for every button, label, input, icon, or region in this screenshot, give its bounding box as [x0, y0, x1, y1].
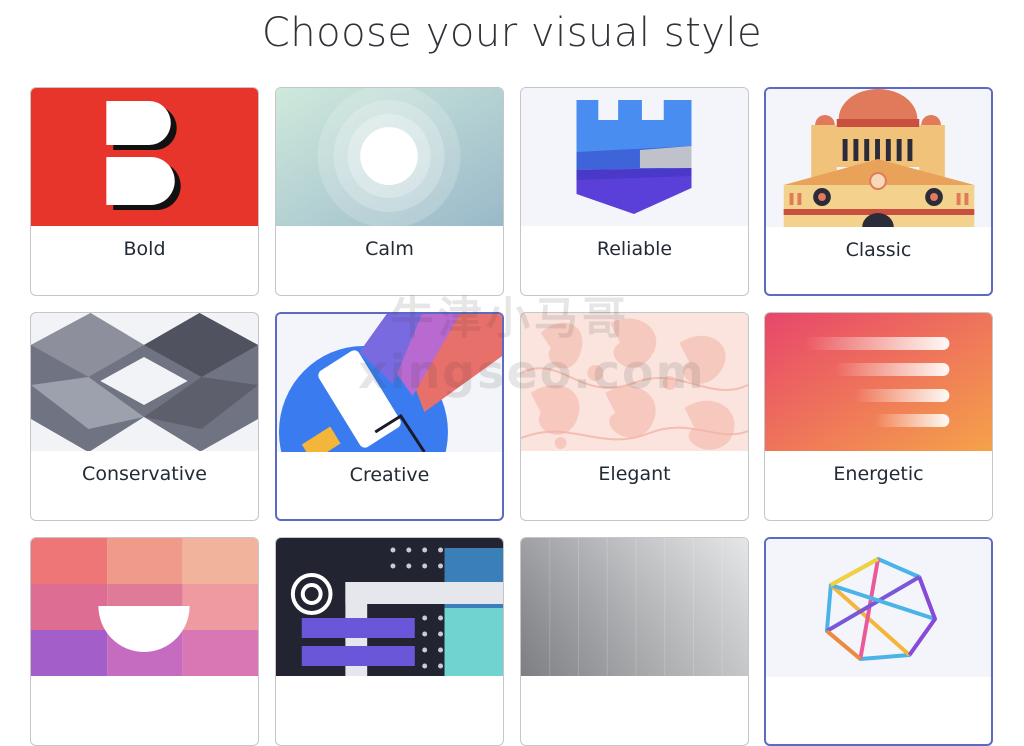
style-label: Reliable: [596, 238, 673, 260]
style-card-row3-1[interactable]: [30, 537, 259, 746]
style-card-elegant[interactable]: Elegant: [520, 312, 749, 521]
style-image: [31, 538, 258, 676]
bold-style-image: [31, 88, 258, 226]
creative-style-image: [277, 314, 502, 452]
elegant-style-image: [521, 313, 748, 451]
style-label: [31, 676, 258, 745]
style-label: [521, 676, 748, 745]
style-label: [276, 676, 503, 745]
style-label: Classic: [845, 239, 912, 261]
style-image: [766, 539, 991, 677]
style-card-row3-2[interactable]: [275, 537, 504, 746]
style-card-calm[interactable]: Calm: [275, 87, 504, 296]
style-image: [521, 538, 748, 676]
style-card-conservative[interactable]: Conservative: [30, 312, 259, 521]
style-card-row3-3[interactable]: [520, 537, 749, 746]
style-label: [766, 677, 991, 744]
style-card-bold[interactable]: Bold: [30, 87, 259, 296]
conservative-style-image: [31, 313, 258, 451]
style-card-classic[interactable]: Classic: [764, 87, 993, 296]
style-label: Bold: [123, 238, 166, 260]
style-label: Elegant: [598, 463, 671, 485]
calm-style-image: [276, 88, 503, 226]
page-title: Choose your visual style: [261, 10, 763, 56]
style-card-creative[interactable]: Creative: [275, 312, 504, 521]
classic-style-image: [766, 89, 991, 227]
style-label: Conservative: [82, 463, 207, 485]
reliable-style-image: [521, 88, 748, 226]
style-card-reliable[interactable]: Reliable: [520, 87, 749, 296]
style-label: Calm: [365, 238, 414, 260]
style-label: Creative: [349, 464, 430, 486]
style-label: Energetic: [833, 463, 924, 485]
energetic-style-image: [765, 313, 992, 451]
style-card-energetic[interactable]: Energetic: [764, 312, 993, 521]
style-card-row3-4[interactable]: [764, 537, 993, 746]
style-image: [276, 538, 503, 676]
